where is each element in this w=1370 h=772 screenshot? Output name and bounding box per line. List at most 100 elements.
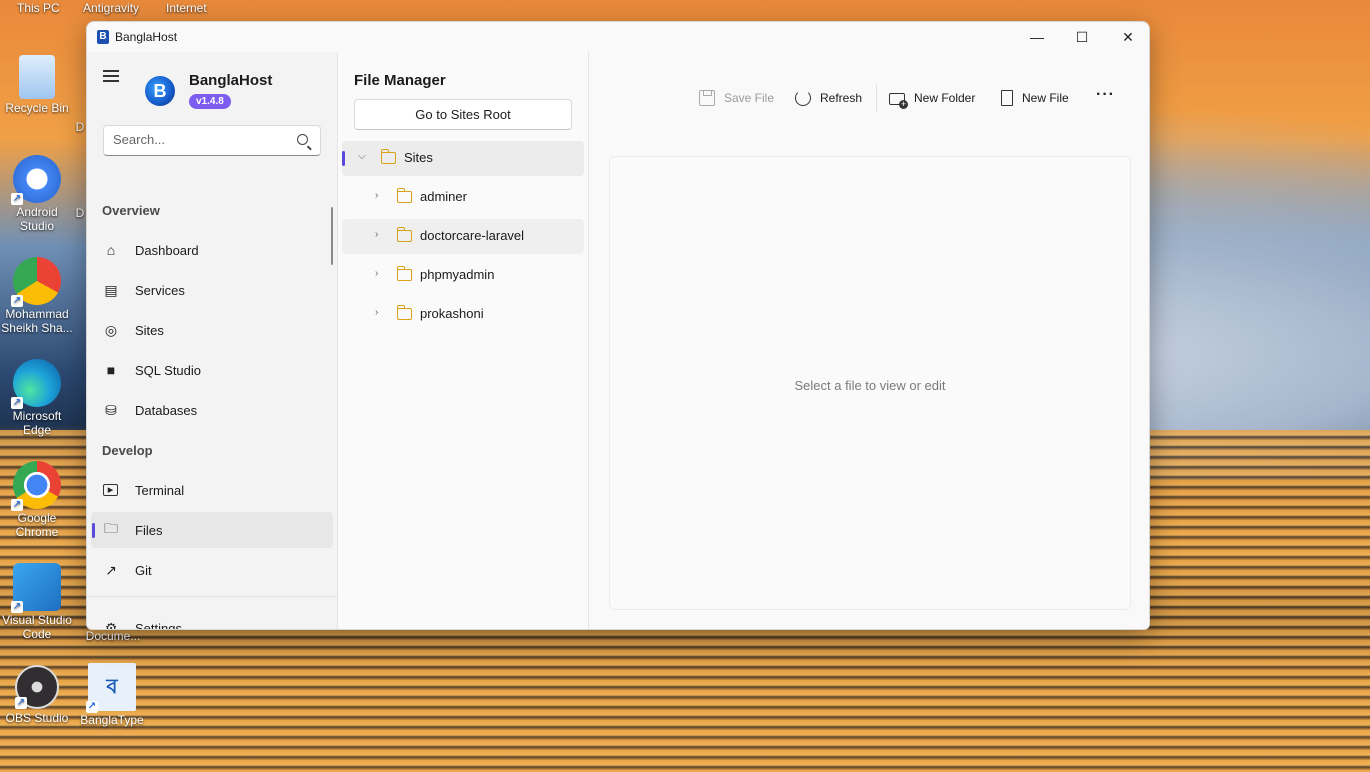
minimize-button[interactable]: — bbox=[1014, 22, 1060, 52]
file-tree-panel: File Manager Go to Sites Root ⌵ Sites › … bbox=[337, 52, 589, 629]
desktop-icon-chrome-profile[interactable]: ↗ Mohammad Sheikh Sha... bbox=[0, 257, 74, 335]
section-develop: Develop bbox=[102, 443, 153, 458]
new-file-button[interactable]: New File bbox=[999, 88, 1069, 108]
title-bar[interactable]: B BanglaHost — ☐ ✕ bbox=[87, 22, 1149, 52]
tree-item-label: prokashoni bbox=[420, 306, 484, 321]
sidebar-item-label: Git bbox=[135, 562, 152, 578]
new-file-icon bbox=[1001, 90, 1013, 106]
file-manager-title: File Manager bbox=[354, 72, 446, 89]
save-file-button[interactable]: Save File bbox=[699, 88, 774, 108]
desktop-icon-banglatype[interactable]: ব ↗ BanglaType bbox=[75, 663, 149, 727]
desktop-icon-android-studio[interactable]: ↗ Android Studio bbox=[0, 155, 74, 233]
sidebar-item-sql-studio[interactable]: ■ SQL Studio bbox=[91, 352, 333, 388]
folder-icon bbox=[397, 188, 412, 203]
services-icon: ▤ bbox=[104, 281, 118, 298]
desktop-top-labels: This PC Antigravity Internet bbox=[0, 0, 400, 18]
sidebar-item-label: SQL Studio bbox=[135, 362, 202, 378]
sidebar-item-settings[interactable]: ⚙ Settings bbox=[91, 610, 333, 630]
desktop-icon-edge[interactable]: ↗ Microsoft Edge bbox=[0, 359, 74, 437]
desktop-label-internet[interactable]: Internet bbox=[166, 1, 207, 15]
sidebar-scrollbar[interactable] bbox=[331, 207, 333, 265]
folder-icon bbox=[381, 149, 396, 164]
go-to-sites-root-button[interactable]: Go to Sites Root bbox=[354, 99, 572, 130]
search-icon[interactable] bbox=[297, 134, 308, 145]
version-badge: v1.4.8 bbox=[189, 94, 231, 109]
empty-state-text: Select a file to view or edit bbox=[794, 378, 946, 393]
tree-item-prokashoni[interactable]: › prokashoni bbox=[342, 297, 584, 332]
desktop-icon-recycle-bin[interactable]: Recycle Bin bbox=[0, 55, 74, 115]
close-button[interactable]: ✕ bbox=[1105, 22, 1149, 52]
android-studio-icon: ↗ bbox=[11, 155, 61, 205]
sidebar-item-git[interactable]: ↗ Git bbox=[91, 552, 333, 588]
tree-item-doctorcare-laravel[interactable]: › doctorcare-laravel bbox=[342, 219, 584, 254]
sidebar-item-label: Services bbox=[135, 282, 185, 298]
save-file-label: Save File bbox=[724, 91, 775, 105]
maximize-button[interactable]: ☐ bbox=[1059, 22, 1105, 52]
sidebar-item-files[interactable]: 🗀 Files bbox=[91, 512, 333, 548]
new-folder-button[interactable]: New Folder bbox=[889, 88, 976, 109]
new-folder-icon bbox=[889, 93, 908, 109]
desktop-icon-label: Google Chrome bbox=[15, 511, 59, 539]
sidebar-item-label: Terminal bbox=[135, 482, 185, 498]
folder-icon bbox=[397, 227, 412, 242]
desktop-icon-label: Recycle Bin bbox=[5, 101, 69, 115]
terminal-icon: ▸ bbox=[103, 484, 118, 496]
chevron-right-icon[interactable]: › bbox=[375, 307, 378, 318]
more-options-icon[interactable]: ··· bbox=[1096, 86, 1115, 104]
obs-icon: ↗ bbox=[15, 665, 59, 709]
chevron-right-icon[interactable]: › bbox=[375, 268, 378, 279]
sidebar-item-terminal[interactable]: ▸ Terminal bbox=[91, 472, 333, 508]
recycle-bin-icon bbox=[19, 55, 55, 99]
gear-icon: ⚙ bbox=[104, 619, 118, 630]
app-logo-icon: B bbox=[97, 30, 109, 44]
app-window: B BanglaHost — ☐ ✕ B BanglaHost v1.4.8 O… bbox=[86, 21, 1150, 630]
sidebar-item-label: Files bbox=[135, 522, 163, 538]
desktop-icon-google-chrome[interactable]: ↗ Google Chrome bbox=[0, 461, 74, 539]
desktop-label-this-pc[interactable]: This PC bbox=[17, 1, 60, 15]
window-title: BanglaHost bbox=[115, 30, 178, 44]
home-icon: ⌂ bbox=[106, 242, 116, 258]
save-icon bbox=[699, 90, 715, 106]
tree-item-adminer[interactable]: › adminer bbox=[342, 180, 584, 215]
desktop-icon-obs[interactable]: ↗ OBS Studio bbox=[0, 665, 74, 725]
desktop-icon-label: Android Studio bbox=[16, 205, 58, 233]
sidebar: B BanglaHost v1.4.8 Overview ⌂ Dashboard… bbox=[87, 52, 337, 630]
desktop-label-antigravity[interactable]: Antigravity bbox=[83, 1, 139, 15]
main-content: Save File Refresh New Folder New File ··… bbox=[589, 52, 1149, 629]
tree-item-label: adminer bbox=[420, 189, 467, 204]
desktop-icon-label: Mohammad Sheikh Sha... bbox=[1, 307, 73, 335]
sidebar-item-databases[interactable]: ⛁ Databases bbox=[91, 392, 333, 428]
tree-item-label: Sites bbox=[404, 150, 433, 165]
tree-item-label: doctorcare-laravel bbox=[420, 228, 525, 243]
search-box[interactable] bbox=[103, 125, 321, 156]
folder-icon bbox=[397, 266, 412, 281]
refresh-button[interactable]: Refresh bbox=[795, 88, 862, 108]
sidebar-item-dashboard[interactable]: ⌂ Dashboard bbox=[91, 232, 333, 268]
sidebar-item-sites[interactable]: ◎ Sites bbox=[91, 312, 333, 348]
folder-icon bbox=[397, 305, 412, 320]
desktop-icon-label: OBS Studio bbox=[5, 711, 69, 725]
chevron-right-icon[interactable]: › bbox=[375, 190, 378, 201]
desktop-icon-vscode[interactable]: ↗ Visual Studio Code bbox=[0, 563, 74, 641]
tree-item-phpmyadmin[interactable]: › phpmyadmin bbox=[342, 258, 584, 293]
hamburger-menu-icon[interactable] bbox=[103, 70, 119, 82]
sidebar-item-label: Dashboard bbox=[135, 242, 199, 258]
desktop-partial-label[interactable]: Docume... bbox=[78, 629, 148, 643]
sidebar-item-label: Sites bbox=[135, 322, 164, 338]
banglatype-icon: ব ↗ bbox=[86, 663, 136, 713]
search-input[interactable] bbox=[113, 132, 288, 147]
tree-item-sites[interactable]: ⌵ Sites bbox=[342, 141, 584, 176]
folder-icon: 🗀 bbox=[104, 520, 118, 536]
new-folder-label: New Folder bbox=[914, 91, 976, 105]
desktop-icon-label: Visual Studio Code bbox=[2, 613, 72, 641]
chevron-down-icon[interactable]: ⌵ bbox=[358, 151, 366, 162]
arrow-up-right-icon: ↗ bbox=[105, 561, 117, 578]
desktop-icon-label: Microsoft Edge bbox=[12, 409, 62, 437]
sidebar-item-label: Settings bbox=[135, 620, 182, 630]
chevron-right-icon[interactable]: › bbox=[375, 229, 378, 240]
file-viewer: Select a file to view or edit bbox=[609, 156, 1131, 610]
sidebar-item-services[interactable]: ▤ Services bbox=[91, 272, 333, 308]
folder-filled-icon: ■ bbox=[106, 362, 116, 378]
edge-icon: ↗ bbox=[11, 359, 61, 409]
database-icon: ⛁ bbox=[105, 401, 117, 418]
